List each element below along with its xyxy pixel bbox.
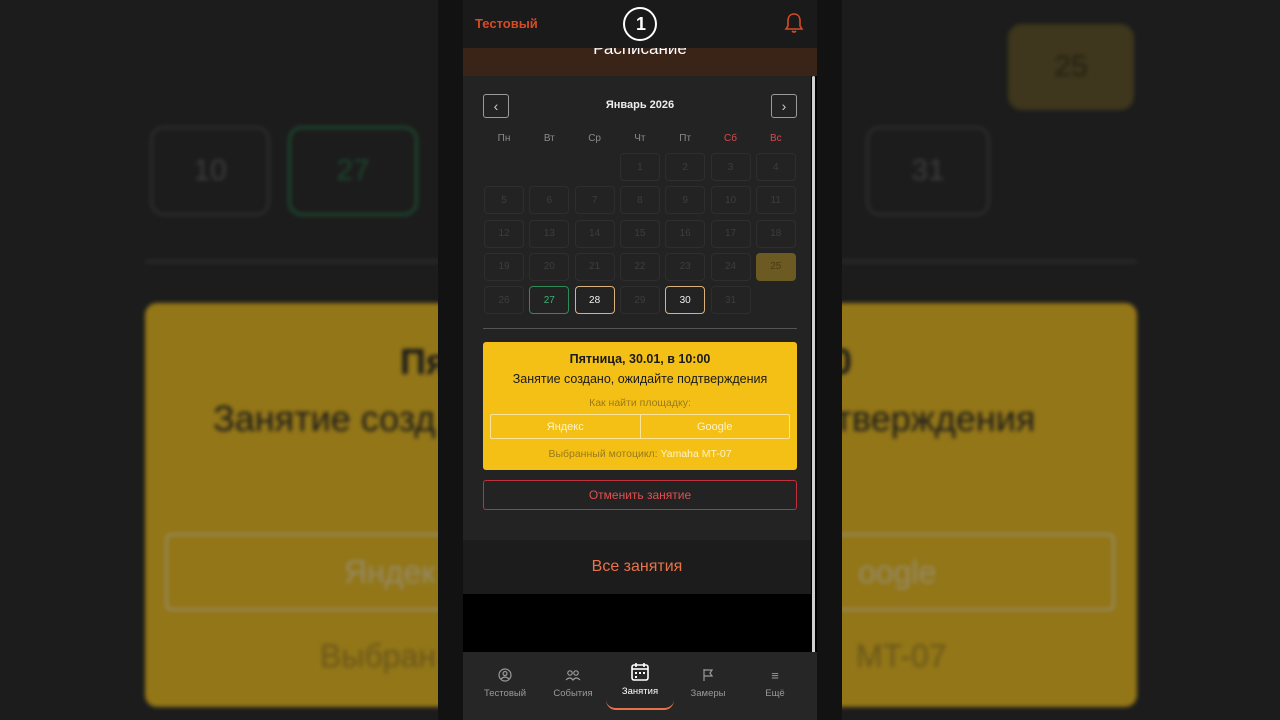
map-links: Яндекс Google	[490, 414, 790, 439]
booking-card: Пятница, 30.01, в 10:00 Занятие создано,…	[483, 342, 797, 470]
calendar-day-18: 18	[755, 219, 796, 248]
month-label: Январь 2026	[605, 99, 675, 111]
calendar-day-27[interactable]: 27	[529, 286, 570, 315]
calendar-day-14: 14	[574, 219, 615, 248]
flag-icon	[673, 668, 743, 684]
cancel-lesson-button[interactable]: Отменить занятие	[483, 480, 797, 510]
tab-label: Замеры	[690, 688, 726, 699]
tab-label: События	[553, 688, 593, 699]
google-map-button[interactable]: Google	[639, 415, 790, 438]
tab-measurements[interactable]: Замеры	[673, 668, 743, 699]
tab-label: Тестовый	[483, 688, 526, 699]
calendar-day-22: 22	[619, 252, 660, 281]
schedule-panel: ‹ Январь 2026 › Пн Вт Ср Чт Пт Сб Вс 123456789…	[463, 76, 811, 594]
moto-value: Yamaha MT-07	[660, 448, 732, 460]
brand-label[interactable]: Тестовый	[475, 16, 538, 31]
bg-day-cell: 10	[150, 126, 270, 216]
frame-shadow-left	[438, 0, 463, 720]
calendar-day-1: 1	[619, 153, 660, 181]
menu-icon: ≡	[771, 668, 779, 683]
calendar-day-29: 29	[619, 286, 660, 315]
calendar-day-16: 16	[665, 219, 706, 248]
people-icon	[538, 668, 608, 684]
weekday-label: Ср	[588, 133, 601, 144]
calendar-day-30[interactable]: 30	[665, 286, 706, 315]
calendar-icon	[605, 662, 675, 682]
calendar-day-19: 19	[484, 252, 524, 281]
calendar-day-12: 12	[484, 219, 524, 248]
bg-day-cell: 27	[288, 126, 418, 216]
all-lessons-button[interactable]: Все занятия	[463, 540, 811, 594]
calendar-day-17: 17	[710, 219, 751, 248]
weekday-label: Пн	[497, 133, 511, 144]
find-venue-label: Как найти площадку:	[589, 397, 691, 409]
calendar-day-6: 6	[529, 186, 570, 215]
tab-lessons[interactable]: Занятия	[605, 662, 675, 697]
booking-title: Пятница, 30.01, в 10:00	[569, 352, 711, 366]
calendar-day-15: 15	[619, 219, 660, 248]
tab-more[interactable]: ≡ Ещё	[740, 668, 810, 699]
weekday-label: Вс	[769, 133, 782, 144]
tab-profile[interactable]: Тестовый	[470, 668, 540, 699]
logo-icon: 1	[623, 7, 657, 41]
tab-label: Ещё	[765, 688, 785, 699]
phone-screen: Расписание Тестовый 1 ‹ Январь 2026 › Пн…	[463, 0, 817, 720]
selected-motorcycle: Выбранный мотоцикл: Yamaha MT-07	[483, 448, 797, 460]
calendar-day-21: 21	[574, 252, 615, 281]
schedule-header: Расписание	[463, 39, 817, 76]
calendar-day-10: 10	[710, 186, 751, 215]
calendar-day-3: 3	[710, 153, 751, 181]
calendar-day-13: 13	[529, 219, 570, 248]
bg-day-cell: 25	[1008, 24, 1134, 110]
calendar-day-24: 24	[710, 252, 751, 281]
calendar-day-25: 25	[755, 252, 796, 281]
calendar-day-11: 11	[755, 186, 796, 215]
top-bar: Тестовый 1	[463, 0, 817, 48]
calendar-day-26: 26	[484, 286, 524, 315]
frame-shadow-right	[817, 0, 842, 720]
tab-events[interactable]: События	[538, 668, 608, 699]
calendar-day-28[interactable]: 28	[574, 286, 615, 315]
bottom-tab-bar: Тестовый События Занятия Замеры ≡ Ещё	[463, 652, 817, 720]
weekday-label: Сб	[724, 133, 737, 144]
logo-glyph: 1	[636, 14, 647, 34]
user-icon	[470, 668, 540, 684]
calendar-day-31: 31	[710, 286, 751, 315]
booking-status: Занятие создано, ожидайте подтверждения	[512, 372, 768, 386]
calendar-day-2: 2	[665, 153, 706, 181]
scrollbar[interactable]	[812, 76, 815, 716]
bg-day-cell: 31	[866, 126, 990, 216]
tab-label: Занятия	[621, 686, 659, 697]
calendar-day-9: 9	[665, 186, 706, 215]
yandex-map-button[interactable]: Яндекс	[491, 415, 640, 438]
moto-label: Выбранный мотоцикл:	[548, 448, 658, 460]
calendar-day-7: 7	[574, 186, 615, 215]
weekday-label: Пт	[679, 133, 692, 144]
calendar-day-4: 4	[755, 153, 796, 181]
calendar-day-23: 23	[665, 252, 706, 281]
section-divider	[483, 328, 797, 329]
weekday-label: Чт	[634, 133, 646, 144]
calendar-day-20: 20	[529, 252, 570, 281]
bell-icon[interactable]	[784, 12, 804, 34]
calendar-day-8: 8	[619, 186, 660, 215]
next-month-button[interactable]: ›	[771, 94, 797, 118]
calendar-day-5: 5	[484, 186, 524, 215]
weekday-label: Вт	[543, 133, 555, 144]
